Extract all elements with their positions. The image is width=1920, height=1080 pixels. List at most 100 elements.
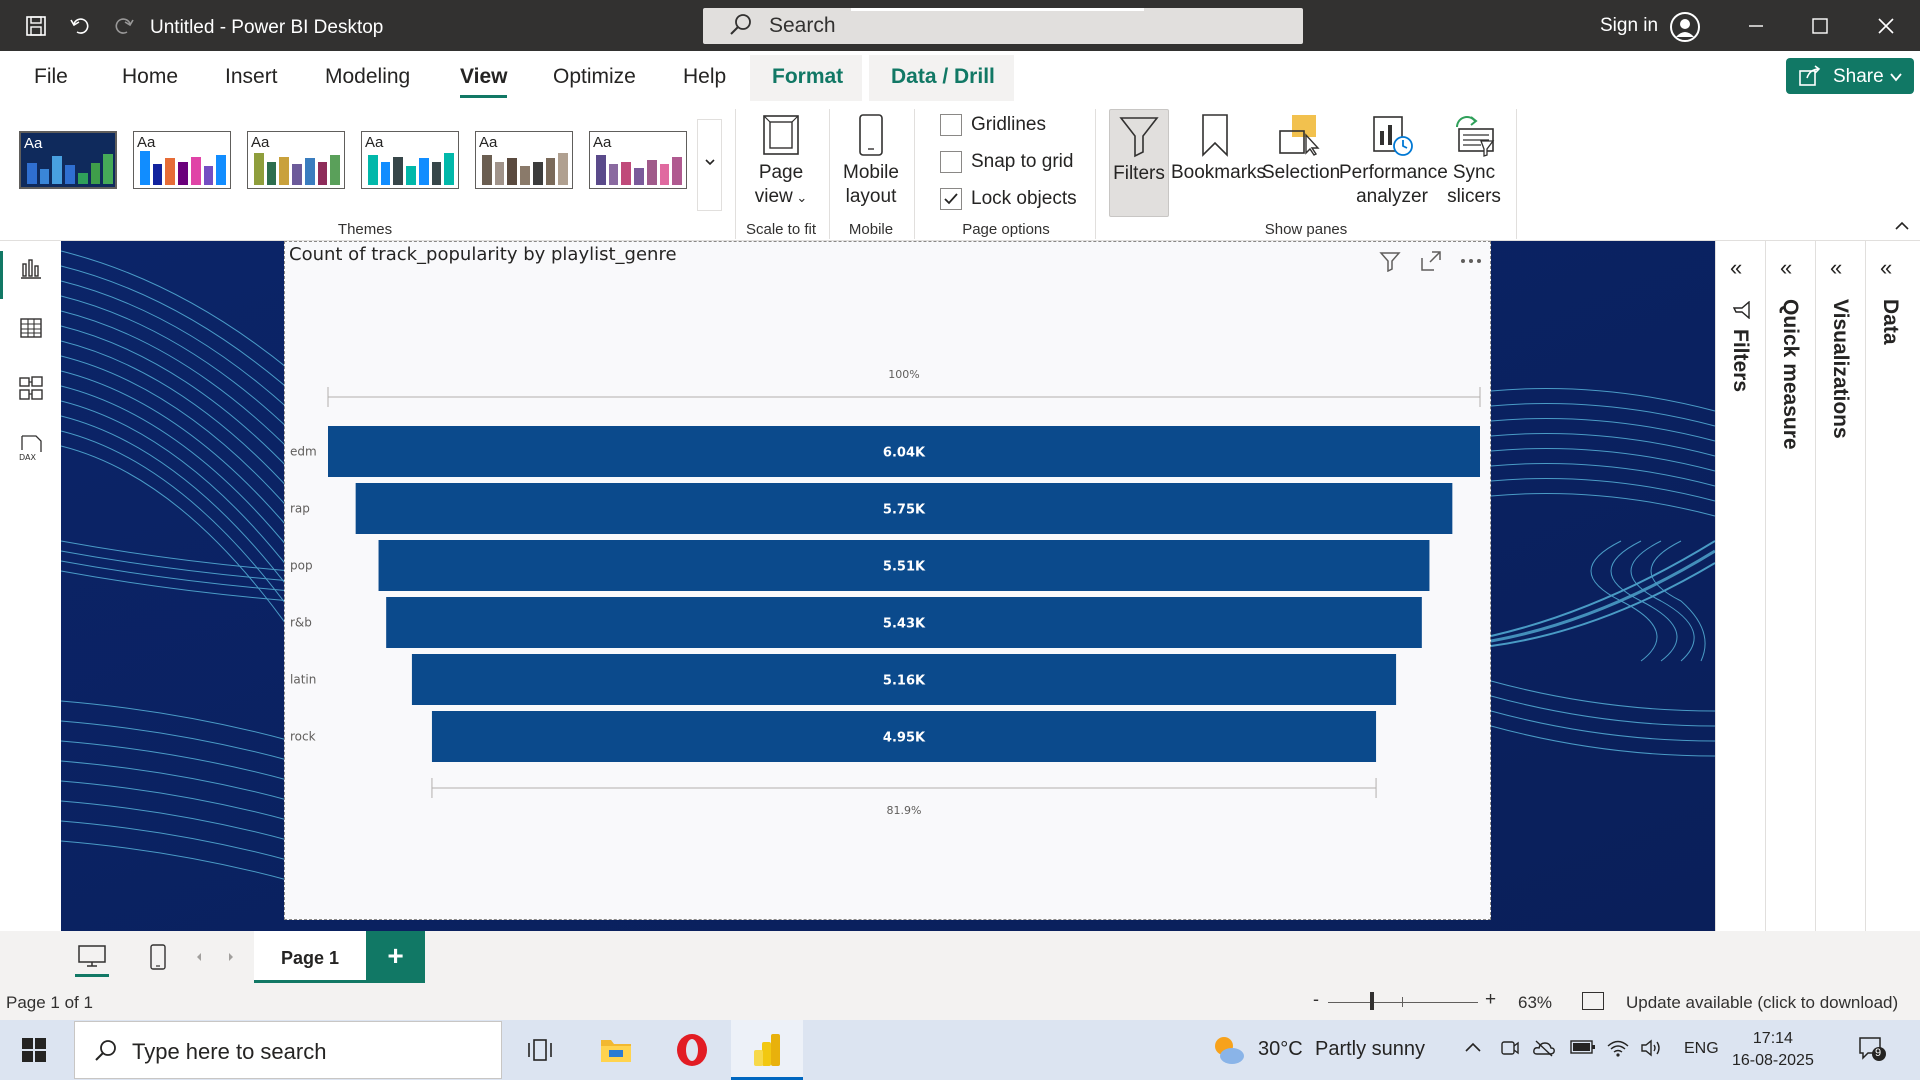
weather-temperature[interactable]: 30°C [1258, 1038, 1303, 1061]
dax-query-view-icon[interactable]: DAX [14, 431, 48, 465]
lock-objects-checkbox[interactable]: Lock objects [940, 188, 1077, 210]
system-clock[interactable]: 17:14 16-08-2025 [1732, 1028, 1814, 1072]
visualizations-pane-collapsed[interactable]: « Visualizations [1815, 241, 1865, 931]
zoom-in-button[interactable]: + [1485, 989, 1496, 1011]
side-panes: « Filters « Quick measure « Visualizatio… [1715, 241, 1920, 931]
report-canvas[interactable]: Count of track_popularity by playlist_ge… [61, 241, 1715, 931]
chevron-down-icon [1889, 68, 1903, 90]
wifi-icon[interactable] [1606, 1038, 1630, 1063]
fit-to-page-icon[interactable] [1582, 992, 1604, 1010]
zoom-out-button[interactable]: - [1313, 989, 1319, 1010]
share-button[interactable]: Share [1786, 58, 1914, 94]
chevron-down-icon [704, 159, 715, 166]
opera-browser-icon[interactable] [670, 1028, 714, 1072]
undo-icon[interactable] [66, 12, 94, 40]
tab-view[interactable]: View [460, 65, 508, 98]
status-bar: Page 1 of 1 - + 63% Update available (cl… [0, 983, 1920, 1020]
clock-time: 17:14 [1752, 1030, 1793, 1047]
close-icon[interactable] [1866, 10, 1906, 42]
zoom-slider-tick [1402, 997, 1403, 1007]
notifications-icon[interactable]: 9 [1858, 1036, 1886, 1062]
onedrive-icon[interactable] [1532, 1038, 1556, 1063]
theme-option-2[interactable]: Aa [133, 131, 231, 189]
expand-chevron-icon[interactable]: « [1880, 255, 1892, 281]
sign-in-link[interactable]: Sign in [1600, 15, 1658, 37]
tab-insert[interactable]: Insert [225, 65, 278, 89]
tab-modeling[interactable]: Modeling [325, 65, 410, 89]
report-view-icon[interactable] [14, 251, 48, 285]
mobile-layout-button[interactable]: Mobile layout [838, 113, 904, 209]
snap-to-grid-checkbox[interactable]: Snap to grid [940, 151, 1073, 173]
data-pane-collapsed[interactable]: « Data [1865, 241, 1920, 931]
previous-page-icon[interactable] [189, 937, 209, 977]
quick-measure-pane-collapsed[interactable]: « Quick measure [1765, 241, 1815, 931]
search-icon [93, 1038, 119, 1069]
checkbox-unchecked[interactable] [940, 114, 962, 136]
sync-slicers-button[interactable]: Sync slicers [1446, 113, 1502, 209]
desktop-layout-icon[interactable] [75, 937, 109, 977]
collapse-ribbon-icon[interactable] [1894, 219, 1910, 235]
mobile-layout-label-2: layout [845, 186, 897, 207]
tab-data-drill[interactable]: Data / Drill [891, 65, 995, 89]
zoom-slider-thumb[interactable] [1370, 992, 1374, 1010]
search-box[interactable]: Search [703, 8, 1303, 44]
zoom-slider[interactable] [1328, 1002, 1478, 1003]
expand-chevron-icon[interactable]: « [1830, 255, 1842, 281]
tab-file[interactable]: File [34, 65, 68, 89]
language-indicator[interactable]: ENG [1684, 1040, 1719, 1058]
page-tabs-bar: Page 1 + [61, 931, 1715, 983]
expand-chevron-icon[interactable]: « [1730, 255, 1742, 281]
gridlines-checkbox[interactable]: Gridlines [940, 114, 1046, 136]
page-tab[interactable]: Page 1 [254, 931, 366, 983]
tab-optimize[interactable]: Optimize [553, 65, 636, 89]
theme-option-5[interactable]: Aa [475, 131, 573, 189]
selection-pane-button[interactable]: Selection [1262, 113, 1340, 185]
minimize-icon[interactable] [1736, 10, 1776, 42]
next-page-icon[interactable] [221, 937, 241, 977]
volume-icon[interactable] [1640, 1038, 1664, 1063]
data-label: 4.95K [883, 731, 926, 746]
update-available-link[interactable]: Update available (click to download) [1626, 993, 1898, 1013]
redo-icon[interactable] [110, 12, 138, 40]
file-explorer-icon[interactable] [594, 1028, 638, 1072]
battery-icon[interactable] [1570, 1039, 1596, 1060]
tab-format[interactable]: Format [772, 65, 843, 89]
theme-option-6[interactable]: Aa [589, 131, 687, 189]
checkbox-checked[interactable] [940, 188, 962, 210]
task-view-icon[interactable] [518, 1028, 562, 1072]
table-view-icon[interactable] [14, 311, 48, 345]
theme-option-1[interactable]: Aa [19, 131, 117, 189]
power-bi-app-icon[interactable] [745, 1028, 789, 1072]
sync-slicers-icon [1456, 116, 1495, 157]
maximize-icon[interactable] [1800, 10, 1840, 42]
tab-home[interactable]: Home [122, 65, 178, 89]
theme-preview [596, 147, 683, 185]
funnel-chart: 100% 6.04K edm 5.75K rap 5.51K pop 5.43K r&b 5.16… [290, 368, 1481, 817]
meet-now-icon[interactable] [1500, 1038, 1520, 1063]
funnel-visual[interactable]: Count of track_popularity by playlist_ge… [284, 241, 1491, 920]
windows-start-icon[interactable] [22, 1038, 46, 1062]
user-avatar-icon[interactable] [1669, 11, 1701, 43]
performance-analyzer-button[interactable]: Performance analyzer [1339, 113, 1448, 209]
bookmarks-pane-button[interactable]: Bookmarks [1171, 113, 1266, 185]
expand-chevron-icon[interactable]: « [1780, 255, 1792, 281]
themes-dropdown-button[interactable] [697, 119, 722, 211]
mobile-layout-icon[interactable] [141, 937, 175, 977]
page-view-label-1: Page [758, 162, 804, 183]
group-label-themes: Themes [337, 221, 393, 238]
taskbar-search-box[interactable]: Type here to search [74, 1021, 502, 1079]
tab-help[interactable]: Help [683, 65, 726, 89]
page-view-button[interactable]: Page view ⌄ [748, 113, 814, 210]
gridlines-label: Gridlines [971, 114, 1046, 135]
filters-pane-collapsed[interactable]: « Filters [1715, 241, 1765, 931]
filters-pane-button[interactable]: Filters [1109, 109, 1169, 217]
checkbox-unchecked[interactable] [940, 151, 962, 173]
theme-option-3[interactable]: Aa [247, 131, 345, 189]
chevron-up-icon[interactable] [1464, 1040, 1482, 1058]
zoom-level: 63% [1518, 993, 1553, 1012]
add-page-button[interactable]: + [366, 931, 425, 983]
save-icon[interactable] [22, 12, 50, 40]
weather-condition[interactable]: Partly sunny [1315, 1038, 1425, 1061]
theme-option-4[interactable]: Aa [361, 131, 459, 189]
model-view-icon[interactable] [14, 371, 48, 405]
